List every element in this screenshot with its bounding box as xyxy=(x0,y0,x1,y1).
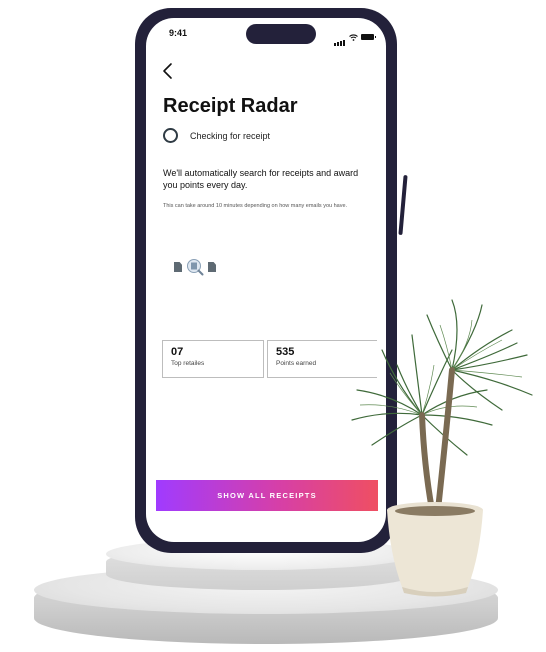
document-icon xyxy=(174,262,182,272)
stat-label: Top retailes xyxy=(171,360,205,367)
checking-status: Checking for receipt xyxy=(163,128,270,143)
stat-value: 07 xyxy=(171,346,184,358)
status-icons xyxy=(334,28,376,46)
magnifier-icon xyxy=(187,259,204,276)
scanning-illustration xyxy=(174,258,216,276)
description-text: We'll automatically search for receipts … xyxy=(163,168,359,190)
phone-side-button xyxy=(398,174,408,236)
potted-plant-image xyxy=(351,299,533,597)
battery-icon xyxy=(361,34,376,40)
back-arrow-icon[interactable] xyxy=(158,60,178,82)
signal-icon xyxy=(334,28,346,46)
status-time: 9:41 xyxy=(169,28,188,38)
stat-card-retailers: 07 Top retailes xyxy=(162,340,264,378)
dynamic-island xyxy=(246,24,316,44)
wifi-icon xyxy=(349,33,358,41)
checking-ring-icon xyxy=(163,128,178,143)
status-bar: 9:41 xyxy=(146,18,386,52)
document-icon xyxy=(208,262,216,272)
page-title: Receipt Radar xyxy=(163,95,298,117)
note-text: This can take around 10 minutes dependin… xyxy=(163,203,348,209)
checking-status-text: Checking for receipt xyxy=(190,130,271,141)
